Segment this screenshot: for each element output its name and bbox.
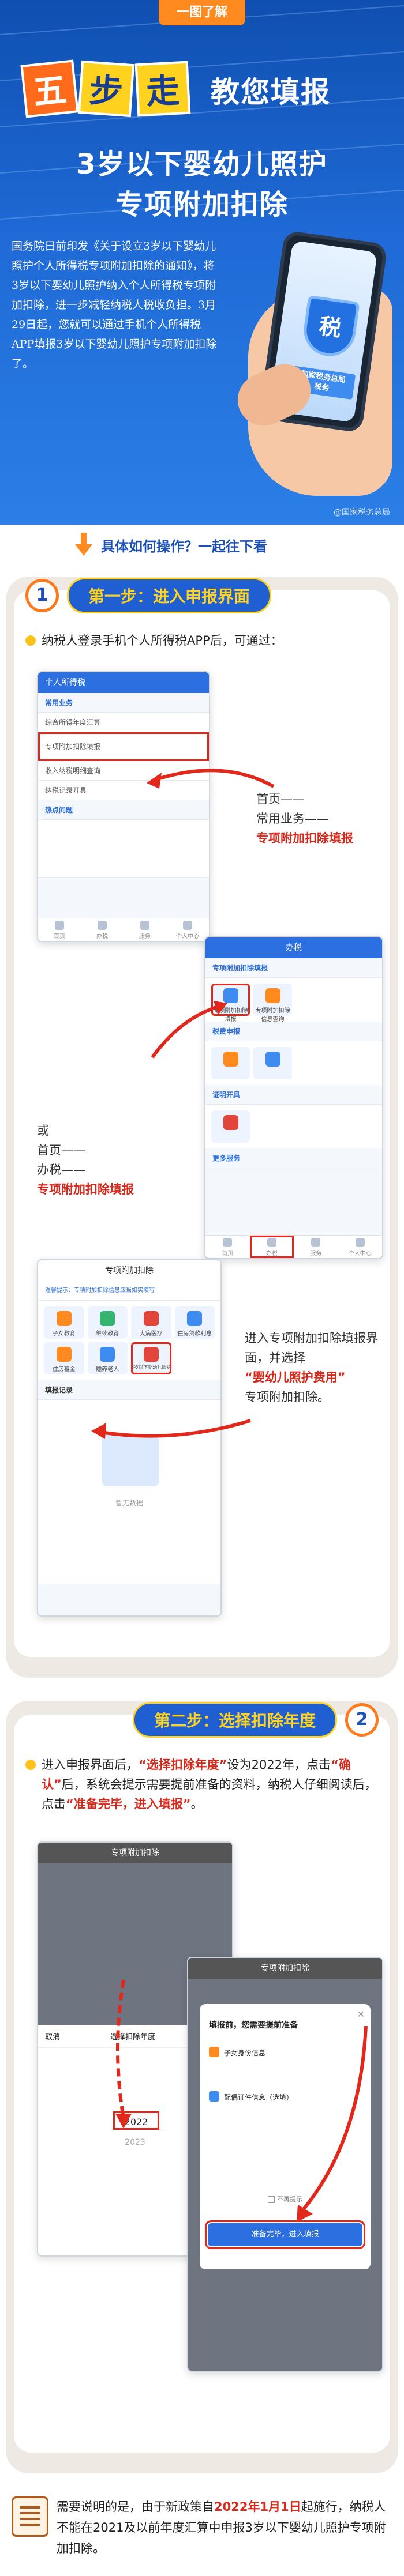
mock1-row-0: 常用业务	[38, 693, 209, 713]
five-steps-char-1: 五	[20, 59, 79, 118]
mock3-cell-5[interactable]: 赡养老人	[87, 1342, 128, 1374]
mock2-cell-1[interactable]: 专项附加扣除信息查询	[253, 984, 292, 1023]
mock-home-screen: 个人所得税 常用业务 综合所得年度汇算 专项附加扣除填报 收入纳税明细查询 纳税…	[37, 671, 210, 942]
step2-number: 2	[345, 1703, 379, 1737]
red-arrow-icon	[151, 1001, 227, 1059]
step1-number: 1	[25, 579, 59, 612]
howto-strip: 具体如何操作？一起往下看	[0, 525, 404, 565]
mock3-bar: 专项附加扣除	[38, 1260, 220, 1281]
callout3-a: 进入专项附加扣除填报界面，并选择	[245, 1331, 378, 1365]
step1-title: 第一步：进入申报界面	[67, 578, 272, 613]
step2-title: 第二步：选择扣除年度	[132, 1702, 337, 1738]
mock3-cell-6[interactable]: 3岁以下婴幼儿照护	[131, 1342, 171, 1374]
five-steps-logo: 五 步 走	[20, 59, 191, 118]
callout2-c: 办税——	[37, 1163, 85, 1177]
hero-intro: 国务院日前印发《关于设立3岁以下婴幼儿照护个人所得税专项附加扣除的通知》，将3岁…	[12, 240, 217, 370]
callout3-c: 专项附加扣除。	[245, 1390, 330, 1404]
step1-desc: 纳税人登录手机个人所得税APP后，可通过：	[25, 631, 379, 650]
picker-cancel-button[interactable]: 取消	[45, 2031, 60, 2042]
mock1-tab-3[interactable]: 个人中心	[166, 918, 209, 941]
mock2-bar: 办税	[205, 937, 382, 958]
arrow-down-icon	[75, 533, 92, 556]
callout2-b: 首页——	[37, 1143, 85, 1157]
step1-header: 1 第一步：进入申报界面	[25, 578, 272, 613]
spouse-id-icon	[209, 2091, 219, 2102]
mock2-tab-1[interactable]: 办税	[249, 1236, 294, 1258]
red-arrow-icon	[115, 1980, 132, 2129]
callout-1: 首页—— 常用业务—— 专项附加扣除填报	[256, 789, 353, 848]
watermark: @国家税务总局	[334, 508, 390, 517]
mock5-bar: 专项附加扣除	[188, 1958, 382, 1979]
close-icon[interactable]: ✕	[357, 2009, 365, 2020]
hero-title-line1: 3岁以下婴幼儿照护	[76, 148, 328, 180]
step2-section: 2 第二步：选择扣除年度 进入申报界面后，“选择扣除年度”设为2022年，点击“…	[6, 1701, 398, 2473]
mock1-bar: 个人所得税	[38, 672, 209, 693]
mock2-section-0: 专项附加扣除填报	[205, 958, 382, 978]
bullet-dot-icon	[25, 635, 36, 646]
callout3-b: “婴幼儿照护费用”	[245, 1370, 346, 1384]
step2-header: 2 第二步：选择扣除年度	[132, 1702, 379, 1738]
five-steps-char-3: 走	[134, 61, 191, 117]
step1-section: 1 第一步：进入申报界面 纳税人登录手机个人所得税APP后，可通过： 个人所得税…	[6, 577, 398, 1678]
child-id-icon	[209, 2047, 219, 2057]
callout1-b: 常用业务——	[256, 812, 329, 826]
mock3-cell-4[interactable]: 住房租金	[44, 1342, 84, 1374]
mock1-row-1[interactable]: 综合所得年度汇算	[38, 713, 209, 732]
howto-text: 具体如何操作？一起往下看	[101, 538, 267, 555]
step1-card: 1 第一步：进入申报界面 纳税人登录手机个人所得税APP后，可通过： 个人所得税…	[14, 578, 390, 1657]
header-badge: 一图了解	[159, 0, 245, 25]
mock2-tab-3[interactable]: 个人中心	[338, 1236, 383, 1258]
mock2-tabbar: 首页 办税 服务 个人中心	[205, 1235, 382, 1258]
step2-desc: 进入申报界面后，“选择扣除年度”设为2022年，点击“确认”后，系统会提示需要提…	[25, 1755, 379, 1814]
hero-subtitle: 教您填报	[211, 76, 331, 109]
callout1-a: 首页——	[256, 792, 305, 806]
mock3-cell-2[interactable]: 大病医疗	[131, 1306, 171, 1339]
tax-shield-icon: 税	[300, 295, 360, 360]
mock3-empty: 暂无数据	[115, 1499, 143, 1507]
mock4-bar: 专项附加扣除	[38, 1843, 232, 1863]
mock2-section-3: 更多服务	[205, 1148, 382, 1168]
mock1-tab-0[interactable]: 首页	[38, 918, 81, 941]
mock2-section-2: 证明开具	[205, 1085, 382, 1105]
mock1-row-5: 热点问题	[38, 800, 209, 820]
mock3-cell-3[interactable]: 住房贷款利息	[174, 1306, 215, 1339]
hero-banner: 一图了解 五 步 走 教您填报 3岁以下婴幼儿照护 专项附加扣除 国务院日前印发…	[0, 0, 404, 525]
mock1-tab-1[interactable]: 办税	[81, 918, 124, 941]
callout-2: 或 首页—— 办税—— 专项附加扣除填报	[37, 1121, 134, 1199]
red-arrow-icon	[297, 2026, 368, 2222]
mock1-tabbar: 首页 办税 服务 个人中心	[38, 918, 209, 941]
document-icon	[12, 2496, 48, 2537]
mock1-row-2[interactable]: 专项附加扣除填报	[38, 732, 209, 761]
mock2-tab-0[interactable]: 首页	[205, 1236, 250, 1258]
note-section: 需要说明的是，由于新政策自2022年1月1日起施行，纳税人不能在2021及以前年…	[12, 2496, 392, 2559]
mock-tax-screen: 办税 专项附加扣除填报 专项附加扣除填报 专项附加扣除信息查询 税费申报 证明开…	[204, 936, 383, 1259]
phone-illustration: 税 国家税务总局 税务	[229, 219, 398, 519]
step2-card: 2 第二步：选择扣除年度 进入申报界面后，“选择扣除年度”设为2022年，点击“…	[14, 1702, 390, 2453]
callout1-c: 专项附加扣除填报	[256, 831, 353, 845]
hero-title: 3岁以下婴幼儿照护 专项附加扣除	[0, 144, 404, 225]
bullet-dot-icon	[25, 1760, 36, 1770]
callout2-d: 专项附加扣除填报	[37, 1182, 134, 1196]
mock1-tab-2[interactable]: 服务	[124, 918, 166, 941]
red-arrow-icon	[91, 1419, 251, 1439]
note-text: 需要说明的是，由于新政策自2022年1月1日起施行，纳税人不能在2021及以前年…	[57, 2500, 386, 2555]
mock2-tab-2[interactable]: 服务	[294, 1236, 338, 1258]
mock3-cell-1[interactable]: 继续教育	[87, 1306, 128, 1339]
five-steps-char-2: 步	[77, 60, 135, 118]
mock3-cell-0[interactable]: 子女教育	[44, 1306, 84, 1339]
callout2-a: 或	[37, 1124, 49, 1138]
mock3-record: 填报记录	[38, 1380, 220, 1400]
mock3-notice: 温馨提示：专项附加扣除信息应当如实填写	[38, 1281, 220, 1301]
callout-3: 进入专项附加扣除填报界面，并选择 “婴幼儿照护费用” 专项附加扣除。	[245, 1328, 383, 1407]
